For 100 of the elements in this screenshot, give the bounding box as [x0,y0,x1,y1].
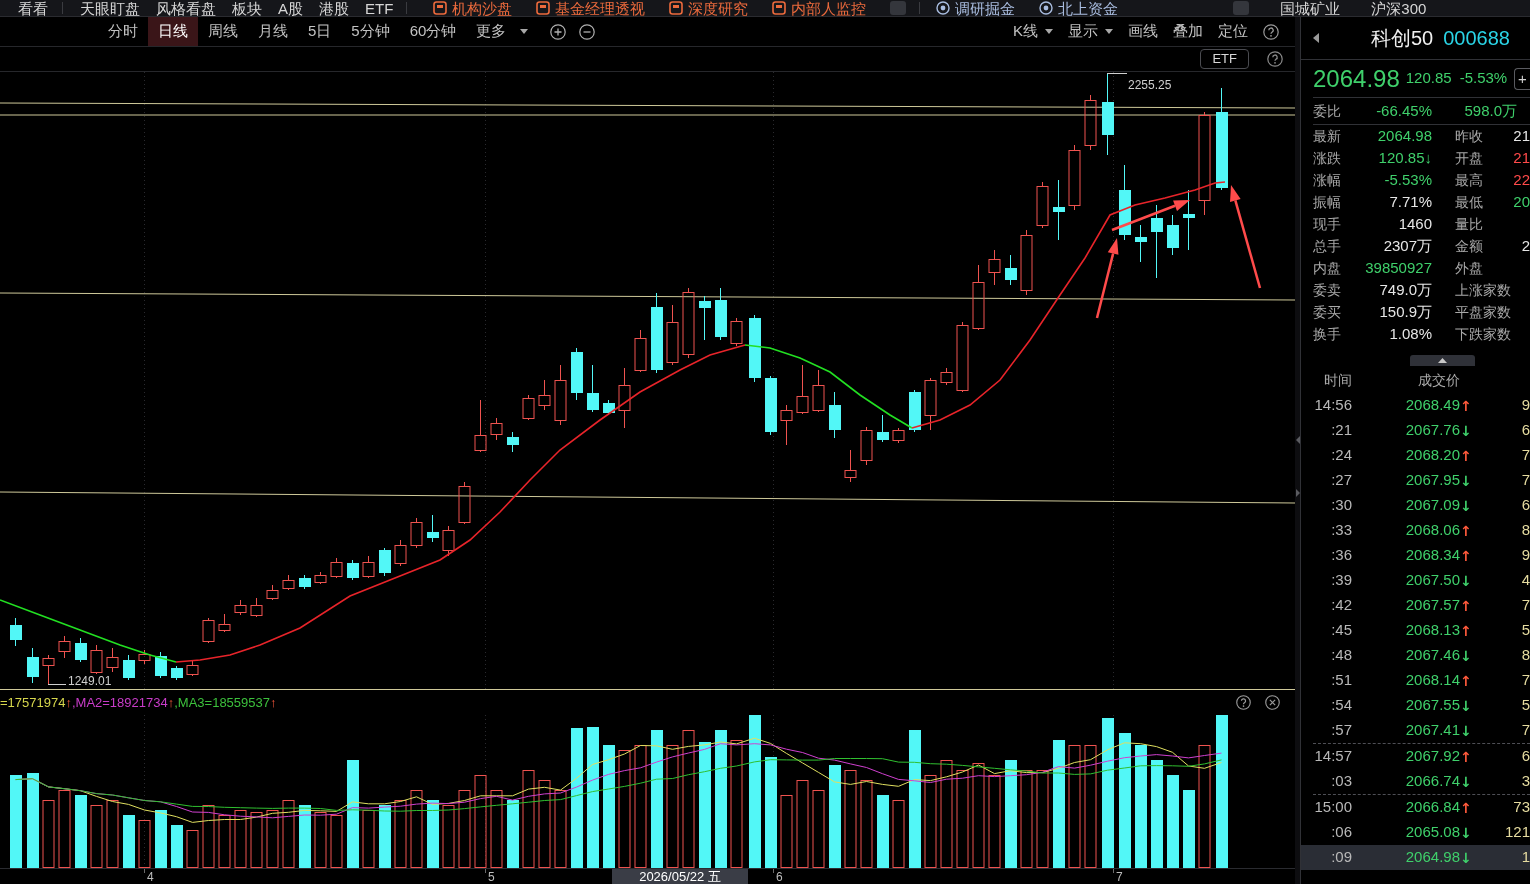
trend-arrow: ↓ [1460,422,1472,439]
collapse-tab[interactable] [1410,355,1475,366]
square-icon [669,1,684,15]
zoom-in-icon[interactable] [550,23,567,40]
trade-time: :30 [1330,495,1352,516]
trade-row[interactable]: :54 2067.55↓ 5 [1301,693,1530,718]
tile-icon[interactable] [1233,1,1250,15]
trade-row[interactable]: :42 2067.57↑ 7 [1301,593,1530,618]
trade-row[interactable]: :24 2068.20↑ 7 [1301,443,1530,468]
trend-arrow: ↑ [1460,397,1472,414]
trade-time: :33 [1330,520,1352,541]
trend-arrow: ↑ [1460,748,1472,765]
close-icon[interactable] [1265,695,1280,710]
stat-value: 22 [1513,169,1530,190]
menu-item[interactable]: 沪深300 [1371,0,1427,16]
trade-row[interactable]: 15:00 2066.84↑ 73 [1301,795,1530,820]
trade-time: :48 [1330,645,1352,666]
stat-label: 委卖 [1313,280,1342,300]
menu-item[interactable]: 机构沙盘 [433,0,513,16]
menu-item[interactable]: 板块 [232,0,262,16]
trade-time: :54 [1330,695,1352,716]
trend-arrow: ↓ [1460,722,1472,739]
menu-item[interactable]: ETF [365,0,394,16]
stat-value: 39850927 [1364,257,1432,278]
etf-button[interactable]: ETF [1200,49,1249,69]
right-triangle-icon[interactable] [1295,489,1300,497]
trade-volume: 6 [1520,495,1530,516]
trade-volume: 6 [1520,420,1530,441]
trade-volume: 121 [1503,822,1530,843]
period-tab[interactable]: 周线 [198,17,248,46]
trend-arrow: ↑ [1460,799,1472,816]
stat-value: 21 [1513,147,1530,168]
up-triangle-icon [1438,358,1447,363]
add-button[interactable]: + [1514,67,1530,90]
menu-item[interactable]: 基金经理透视 [536,0,646,16]
trade-row[interactable]: :45 2068.13↑ 5 [1301,618,1530,643]
trade-row[interactable]: :36 2068.34↑ 9 [1301,543,1530,568]
menu-item[interactable]: 港股 [319,0,349,16]
trade-row[interactable]: :57 2067.41↓ 7 [1301,718,1530,743]
trade-time: :36 [1330,545,1352,566]
trade-volume: 6 [1520,746,1530,767]
trade-row[interactable]: 14:56 2068.49↑ 9 [1301,393,1530,418]
menu-item[interactable]: 风格看盘 [156,0,216,16]
trade-row[interactable]: :39 2067.50↓ 4 [1301,568,1530,593]
left-triangle-icon[interactable] [1313,33,1319,43]
square-icon [433,1,448,15]
period-tab[interactable]: 月线 [248,17,298,46]
stat-value: 21 [1513,125,1530,146]
trade-row[interactable]: :03 2066.74↓ 3 [1301,769,1530,794]
trade-price: 2068.13 [1404,620,1460,641]
period-tab[interactable]: 更多 [466,17,539,46]
help-icon[interactable] [1263,23,1279,40]
stat-value: 20 [1513,191,1530,212]
tool-button[interactable]: 显示 [1068,20,1113,43]
trade-price: 2068.20 [1404,445,1460,466]
tile-icon[interactable] [890,1,907,15]
axis-label: 6 [776,870,783,884]
help-icon[interactable] [1267,51,1283,67]
trade-row[interactable]: :06 2065.08↓ 121 [1301,820,1530,845]
trade-row[interactable]: :21 2067.76↓ 6 [1301,418,1530,443]
menu-item[interactable]: 调研掘金 [936,0,1016,16]
trade-time: :24 [1330,445,1352,466]
period-tab[interactable]: 分时 [98,17,148,46]
trade-row[interactable]: :09 2064.98↓ 1 [1301,845,1530,870]
menu-item[interactable]: 深度研究 [669,0,749,16]
trend-arrow: ↓ [1460,647,1472,664]
menu-item[interactable]: 天眼盯盘 [80,0,140,16]
menu-item[interactable]: 看看 [18,0,48,16]
trade-price: 2066.84 [1404,797,1460,818]
help-icon[interactable] [1236,695,1251,710]
menu-item[interactable]: 北上资金 [1039,0,1119,16]
menu-item[interactable]: A股 [278,0,303,16]
trade-time: :06 [1330,822,1352,843]
tool-button[interactable]: K线 [1013,20,1053,43]
stat-value: 1460 [1397,213,1432,234]
zoom-out-icon[interactable] [579,23,596,40]
trade-row[interactable]: :51 2068.14↑ 7 [1301,668,1530,693]
price-change: 120.85 [1405,68,1452,89]
trade-row[interactable]: :27 2067.95↓ 7 [1301,468,1530,493]
trend-arrow: ↑ [1460,447,1472,464]
trend-arrow: ↑ [1460,672,1472,689]
period-tab[interactable]: 5日 [298,17,342,46]
period-tab[interactable]: 日线 [148,17,198,46]
trade-row[interactable]: :33 2068.06↑ 8 [1301,518,1530,543]
trade-row[interactable]: :48 2067.46↓ 8 [1301,643,1530,668]
trade-row[interactable]: 14:57 2067.92↑ 6 [1301,744,1530,769]
trade-price: 2067.41 [1404,720,1460,741]
tool-button[interactable]: 叠加 [1173,20,1203,43]
tool-button[interactable]: 定位 [1218,20,1248,43]
period-tab[interactable]: 60分钟 [399,17,467,46]
stat-label: 内盘 [1313,258,1342,278]
stat-label: 下跌家数 [1455,324,1512,344]
stat-value: 150.9万 [1378,301,1432,322]
stat-value: 120.85↓ [1377,147,1432,168]
tool-button[interactable]: 画线 [1128,20,1158,43]
menu-item[interactable]: 国城矿业 [1280,0,1341,16]
period-tab[interactable]: 5分钟 [341,17,400,46]
trade-row[interactable]: :30 2067.09↓ 6 [1301,493,1530,518]
trade-volume: 7 [1520,670,1530,691]
menu-item[interactable]: 内部人监控 [772,0,867,16]
